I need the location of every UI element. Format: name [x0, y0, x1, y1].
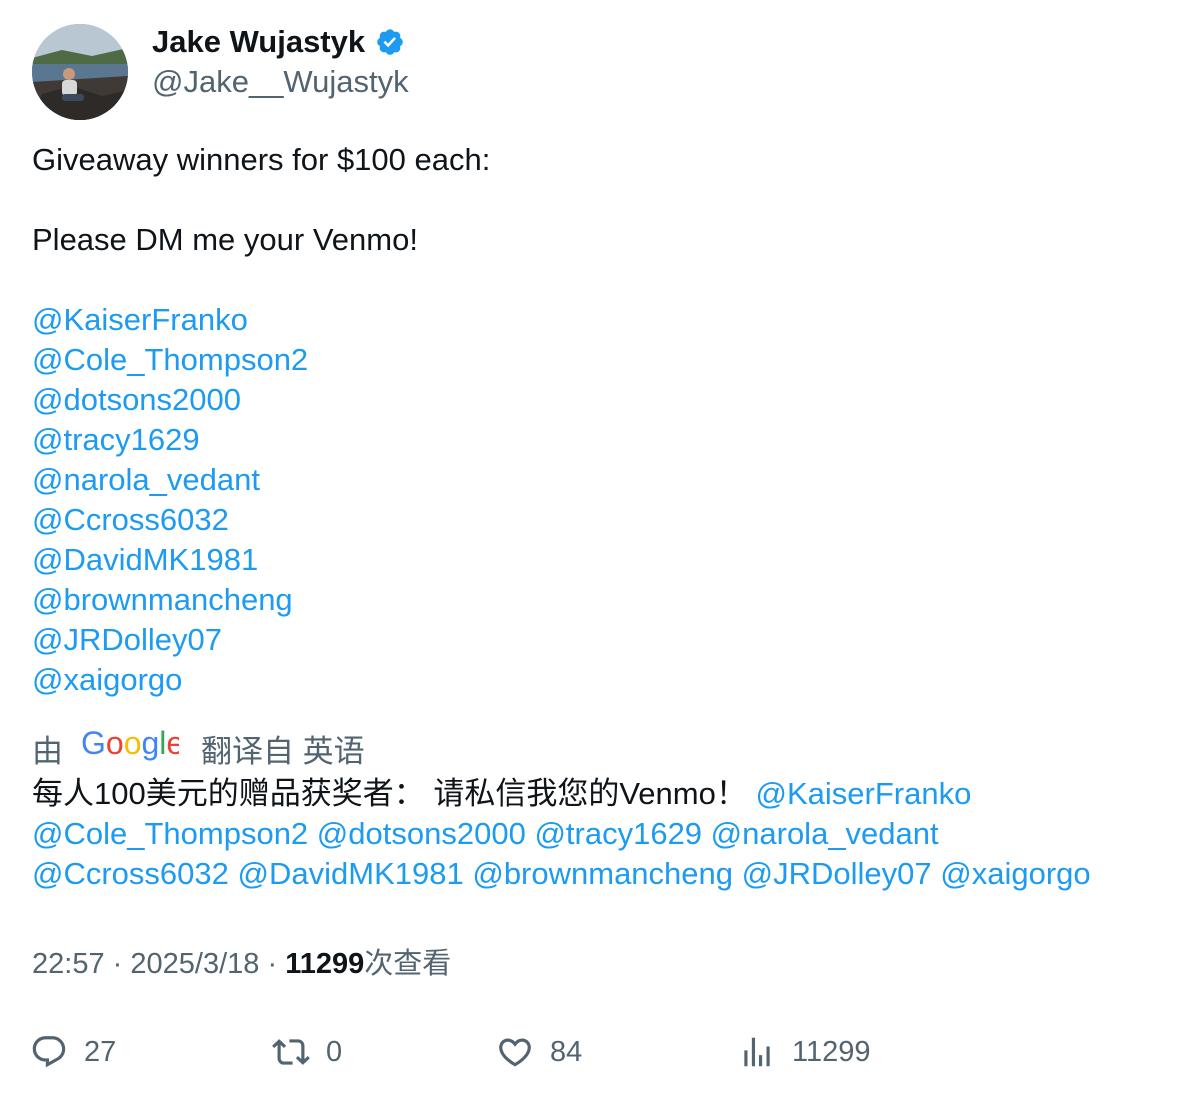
tweet-time[interactable]: 22:57 [32, 948, 105, 980]
reply-button[interactable]: 27 [30, 1030, 116, 1074]
view-count-label: 次查看 [364, 948, 452, 980]
views-button[interactable]: 11299 [738, 1030, 871, 1074]
repost-count: 0 [326, 1035, 343, 1068]
mention-link[interactable]: @KaiserFranko [755, 776, 971, 811]
mention-link[interactable]: @tracy1629 [32, 422, 200, 457]
meta-separator: · [112, 948, 123, 980]
tweet-text: Giveaway winners for $100 each: Please D… [32, 140, 1172, 700]
mention-link[interactable]: @Ccross6032 [32, 856, 229, 891]
heart-icon [499, 1038, 531, 1067]
analytics-icon [744, 1037, 770, 1067]
action-bar: 27 0 84 11299 [30, 1030, 1170, 1074]
author-handle[interactable]: @Jake__Wujastyk [152, 62, 409, 102]
mention-link[interactable]: @narola_vedant [32, 462, 260, 497]
avatar-photo [32, 24, 128, 120]
tweet-line: Giveaway winners for $100 each: [32, 142, 491, 177]
mention-link[interactable]: @JRDolley07 [742, 856, 932, 891]
repost-button[interactable]: 0 [272, 1030, 342, 1074]
mention-link[interactable]: @JRDolley07 [32, 622, 222, 657]
author-display-name[interactable]: Jake Wujastyk [152, 22, 365, 62]
translation-attribution: 由 Google 翻译自 英语 [32, 725, 365, 771]
reply-count: 27 [84, 1035, 117, 1068]
tweet-meta: 22:57 · 2025/3/18 · 11299次查看 [32, 944, 451, 984]
views-count: 11299 [792, 1035, 871, 1068]
google-logo-icon: Google [81, 725, 184, 769]
mention-link[interactable]: @dotsons2000 [32, 382, 241, 417]
mention-link[interactable]: @Ccross6032 [32, 502, 229, 537]
mention-link[interactable]: @dotsons2000 [317, 816, 526, 851]
translated-from-label[interactable]: 翻译自 英语 [201, 726, 365, 771]
mention-link[interactable]: @xaigorgo [940, 856, 1090, 891]
verified-badge-icon [375, 27, 405, 57]
mention-link[interactable]: @narola_vedant [711, 816, 939, 851]
mention-link[interactable]: @xaigorgo [32, 662, 182, 697]
view-count: 11299 [285, 948, 365, 980]
meta-separator: · [267, 948, 278, 980]
mention-link[interactable]: @Cole_Thompson2 [32, 816, 308, 851]
translated-text: 每人100美元的赠品获奖者： 请私信我您的Venmo！ @KaiserFrank… [32, 774, 1172, 894]
translated-by-label: 由 [32, 733, 63, 769]
like-count: 84 [550, 1035, 583, 1068]
mention-link[interactable]: @DavidMK1981 [238, 856, 464, 891]
mention-link[interactable]: @tracy1629 [534, 816, 702, 851]
avatar[interactable] [32, 24, 128, 120]
svg-text:Google: Google [81, 727, 179, 761]
author-name-row[interactable]: Jake Wujastyk [152, 22, 405, 62]
reply-icon [32, 1036, 66, 1068]
translated-sentence: 每人100美元的赠品获奖者： 请私信我您的Venmo！ [32, 776, 747, 811]
mention-link[interactable]: @KaiserFranko [32, 302, 248, 337]
mention-link[interactable]: @brownmancheng [32, 582, 293, 617]
tweet-date[interactable]: 2025/3/18 [130, 948, 259, 980]
mention-link[interactable]: @DavidMK1981 [32, 542, 258, 577]
mention-link[interactable]: @Cole_Thompson2 [32, 342, 308, 377]
mention-link[interactable]: @brownmancheng [472, 856, 733, 891]
tweet-line: Please DM me your Venmo! [32, 222, 418, 257]
like-button[interactable]: 84 [496, 1030, 582, 1074]
repost-icon [272, 1039, 310, 1065]
